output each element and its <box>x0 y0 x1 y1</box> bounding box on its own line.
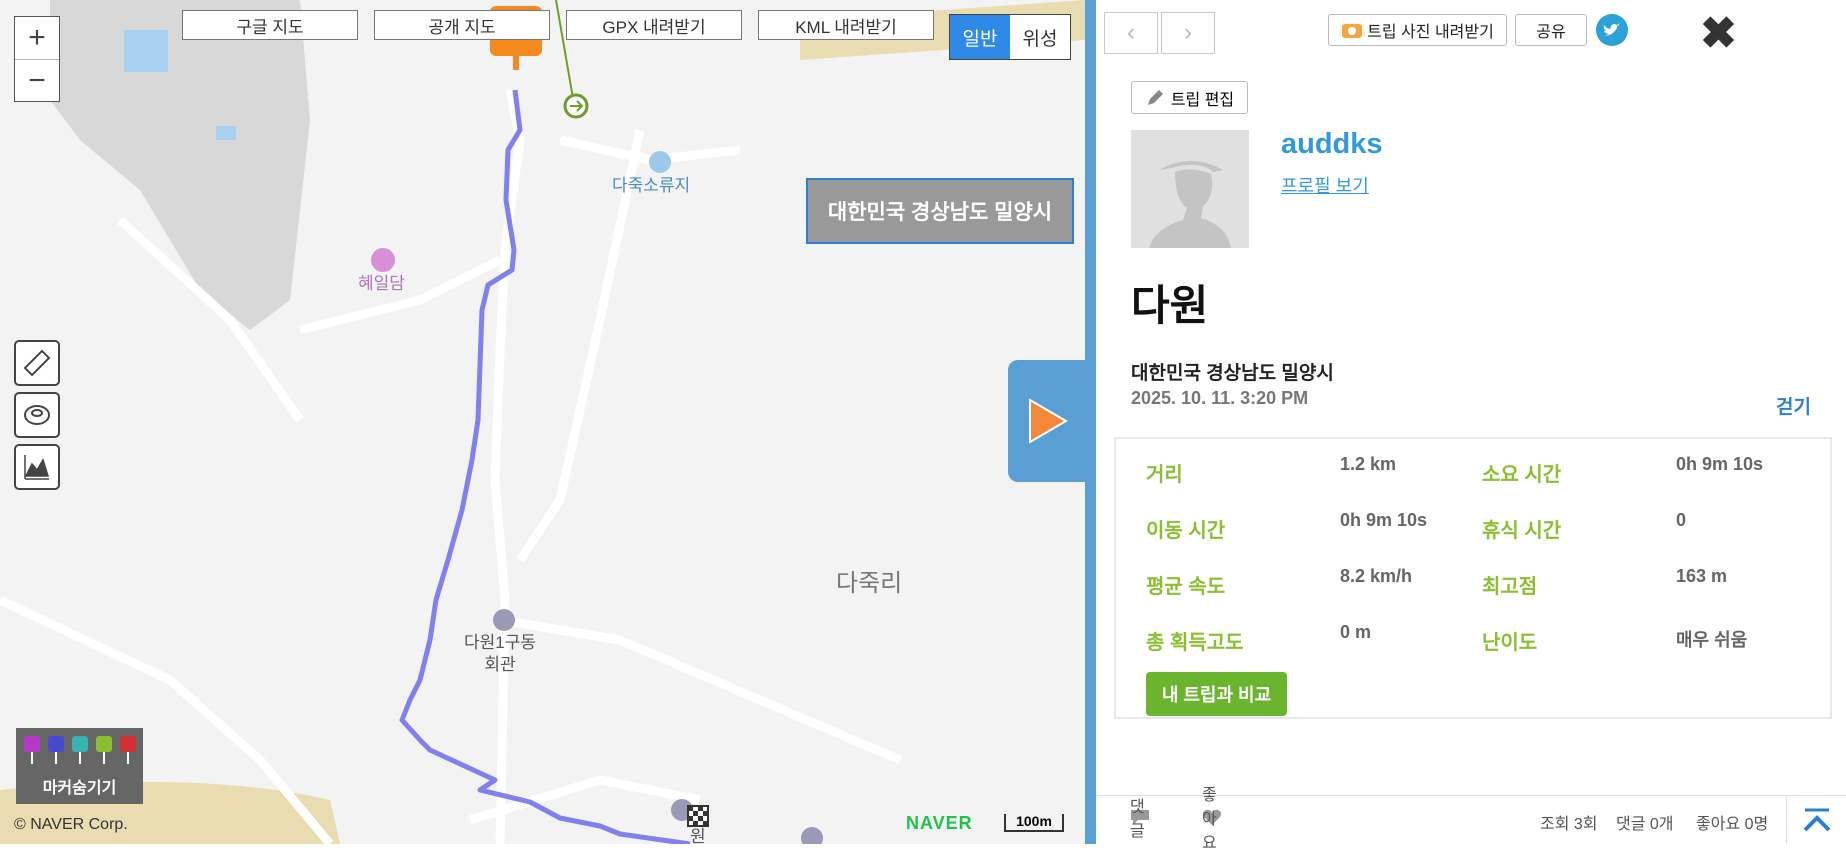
share-button[interactable]: 공유 <box>1515 14 1587 46</box>
zoom-control: + − <box>14 16 60 102</box>
hall-label: 다원1구동 회관 <box>464 632 536 676</box>
end-label: 원 <box>690 827 706 844</box>
arrow-up-icon <box>1803 808 1831 831</box>
trip-datetime: 2025. 10. 11. 3:20 PM <box>1131 388 1309 408</box>
like-button[interactable]: 좋아요 <box>1202 787 1222 852</box>
elevation-chart-icon <box>24 455 50 480</box>
stat-label-avg-speed: 평균 속도 <box>1146 576 1226 598</box>
pencil-icon <box>1147 89 1163 105</box>
like-count: 좋아요 0명 <box>1696 816 1769 833</box>
photo-download-button[interactable]: 트립 사진 내려받기 <box>1328 14 1507 46</box>
play-arrow-icon <box>1029 398 1068 444</box>
ruler-tool-button[interactable] <box>14 340 60 386</box>
stat-value-elevation-gain: 0 m <box>1340 622 1372 642</box>
google-map-button[interactable]: 구글 지도 <box>182 10 358 40</box>
activity-type: 걷기 <box>1776 397 1811 418</box>
avatar[interactable] <box>1131 130 1249 248</box>
marker-toggle-label: 마커숨기기 <box>42 780 117 797</box>
profile-link[interactable]: 프로필 보기 <box>1281 172 1369 198</box>
photo-icon <box>1342 24 1363 38</box>
panel-divider <box>1085 0 1096 844</box>
copyright: © NAVER Corp. <box>14 816 128 833</box>
expand-panel-button[interactable] <box>1008 360 1086 482</box>
view-count: 조회 3회 <box>1540 816 1598 833</box>
marker-toggle-button[interactable]: 마커숨기기 <box>16 728 143 804</box>
hall-label-line2: 회관 <box>484 655 516 674</box>
stat-label-elevation-gain: 총 획득고도 <box>1146 632 1244 654</box>
normal-view-button[interactable]: 일반 <box>950 15 1010 59</box>
stat-label-max-elevation: 최고점 <box>1482 576 1538 598</box>
trip-location: 대한민국 경상남도 밀양시 <box>1131 363 1334 384</box>
stat-value-avg-speed: 8.2 km/h <box>1340 566 1413 586</box>
next-trip-button[interactable]: › <box>1161 12 1215 54</box>
poi-label: 혜일담 <box>358 274 405 293</box>
stat-label-moving-time: 이동 시간 <box>1146 520 1226 542</box>
panel-footer: 댓글 좋아요 조회 3회 댓글 0개 좋아요 0명 <box>1096 787 1846 852</box>
trip-title: 다원 <box>1131 282 1209 329</box>
chevron-left-icon: ‹ <box>1127 19 1135 46</box>
compare-trip-button[interactable]: 내 트립과 비교 <box>1146 672 1287 716</box>
stat-value-difficulty: 매우 쉬움 <box>1676 630 1748 650</box>
kml-download-button[interactable]: KML 내려받기 <box>758 10 934 40</box>
close-icon[interactable]: ✖ <box>1700 8 1737 59</box>
username[interactable]: auddks <box>1281 128 1383 161</box>
location-box: 대한민국 경상남도 밀양시 <box>806 178 1074 244</box>
scale-bar: 100m <box>1004 814 1064 832</box>
default-avatar-icon <box>1131 130 1249 248</box>
stat-label-rest-time: 휴식 시간 <box>1482 520 1562 542</box>
elevation-tool-button[interactable] <box>14 444 60 490</box>
marker-icons <box>24 736 136 764</box>
prev-trip-button[interactable]: ‹ <box>1104 12 1158 54</box>
village-label: 다죽리 <box>836 570 903 597</box>
gpx-download-button[interactable]: GPX 내려받기 <box>566 10 742 40</box>
edit-trip-label: 트립 편집 <box>1170 91 1235 109</box>
area-tool-button[interactable] <box>14 392 60 438</box>
twitter-bird-icon <box>1603 23 1620 36</box>
comment-button[interactable]: 댓글 <box>1130 799 1150 840</box>
naver-logo: NAVER <box>906 813 973 833</box>
stat-value-total-time: 0h 9m 10s <box>1676 454 1764 474</box>
stat-value-max-elevation: 163 m <box>1676 566 1728 586</box>
comment-count: 댓글 0개 <box>1616 816 1674 833</box>
tape-measure-icon <box>24 405 50 425</box>
satellite-view-button[interactable]: 위성 <box>1010 15 1070 59</box>
zoom-in-button[interactable]: + <box>15 17 59 59</box>
stat-value-distance: 1.2 km <box>1340 454 1397 474</box>
stat-value-moving-time: 0h 9m 10s <box>1340 510 1428 530</box>
stat-label-difficulty: 난이도 <box>1482 632 1538 654</box>
ruler-icon <box>23 349 51 377</box>
twitter-button[interactable] <box>1596 14 1628 46</box>
stat-value-rest-time: 0 <box>1676 510 1687 530</box>
edit-trip-button[interactable]: 트립 편집 <box>1131 81 1248 114</box>
stat-label-distance: 거리 <box>1146 464 1183 486</box>
chevron-right-icon: › <box>1184 19 1192 46</box>
stat-label-total-time: 소요 시간 <box>1482 464 1562 486</box>
photo-download-label: 트립 사진 내려받기 <box>1367 24 1494 41</box>
public-map-button[interactable]: 공개 지도 <box>374 10 550 40</box>
map-base <box>0 0 1085 844</box>
reservoir-label: 다죽소류지 <box>612 176 691 195</box>
map-view[interactable]: + − 구글 지도 공개 지도 GPX 내려받기 KML 내려받기 일반 위성 … <box>0 0 1085 844</box>
map-view-toggle: 일반 위성 <box>949 14 1071 60</box>
comment-label: 댓글 <box>1130 799 1145 840</box>
like-label: 좋아요 <box>1202 787 1217 852</box>
scroll-top-button[interactable] <box>1786 797 1846 844</box>
zoom-out-button[interactable]: − <box>15 59 59 102</box>
hall-label-line1: 다원1구동 <box>464 633 537 652</box>
